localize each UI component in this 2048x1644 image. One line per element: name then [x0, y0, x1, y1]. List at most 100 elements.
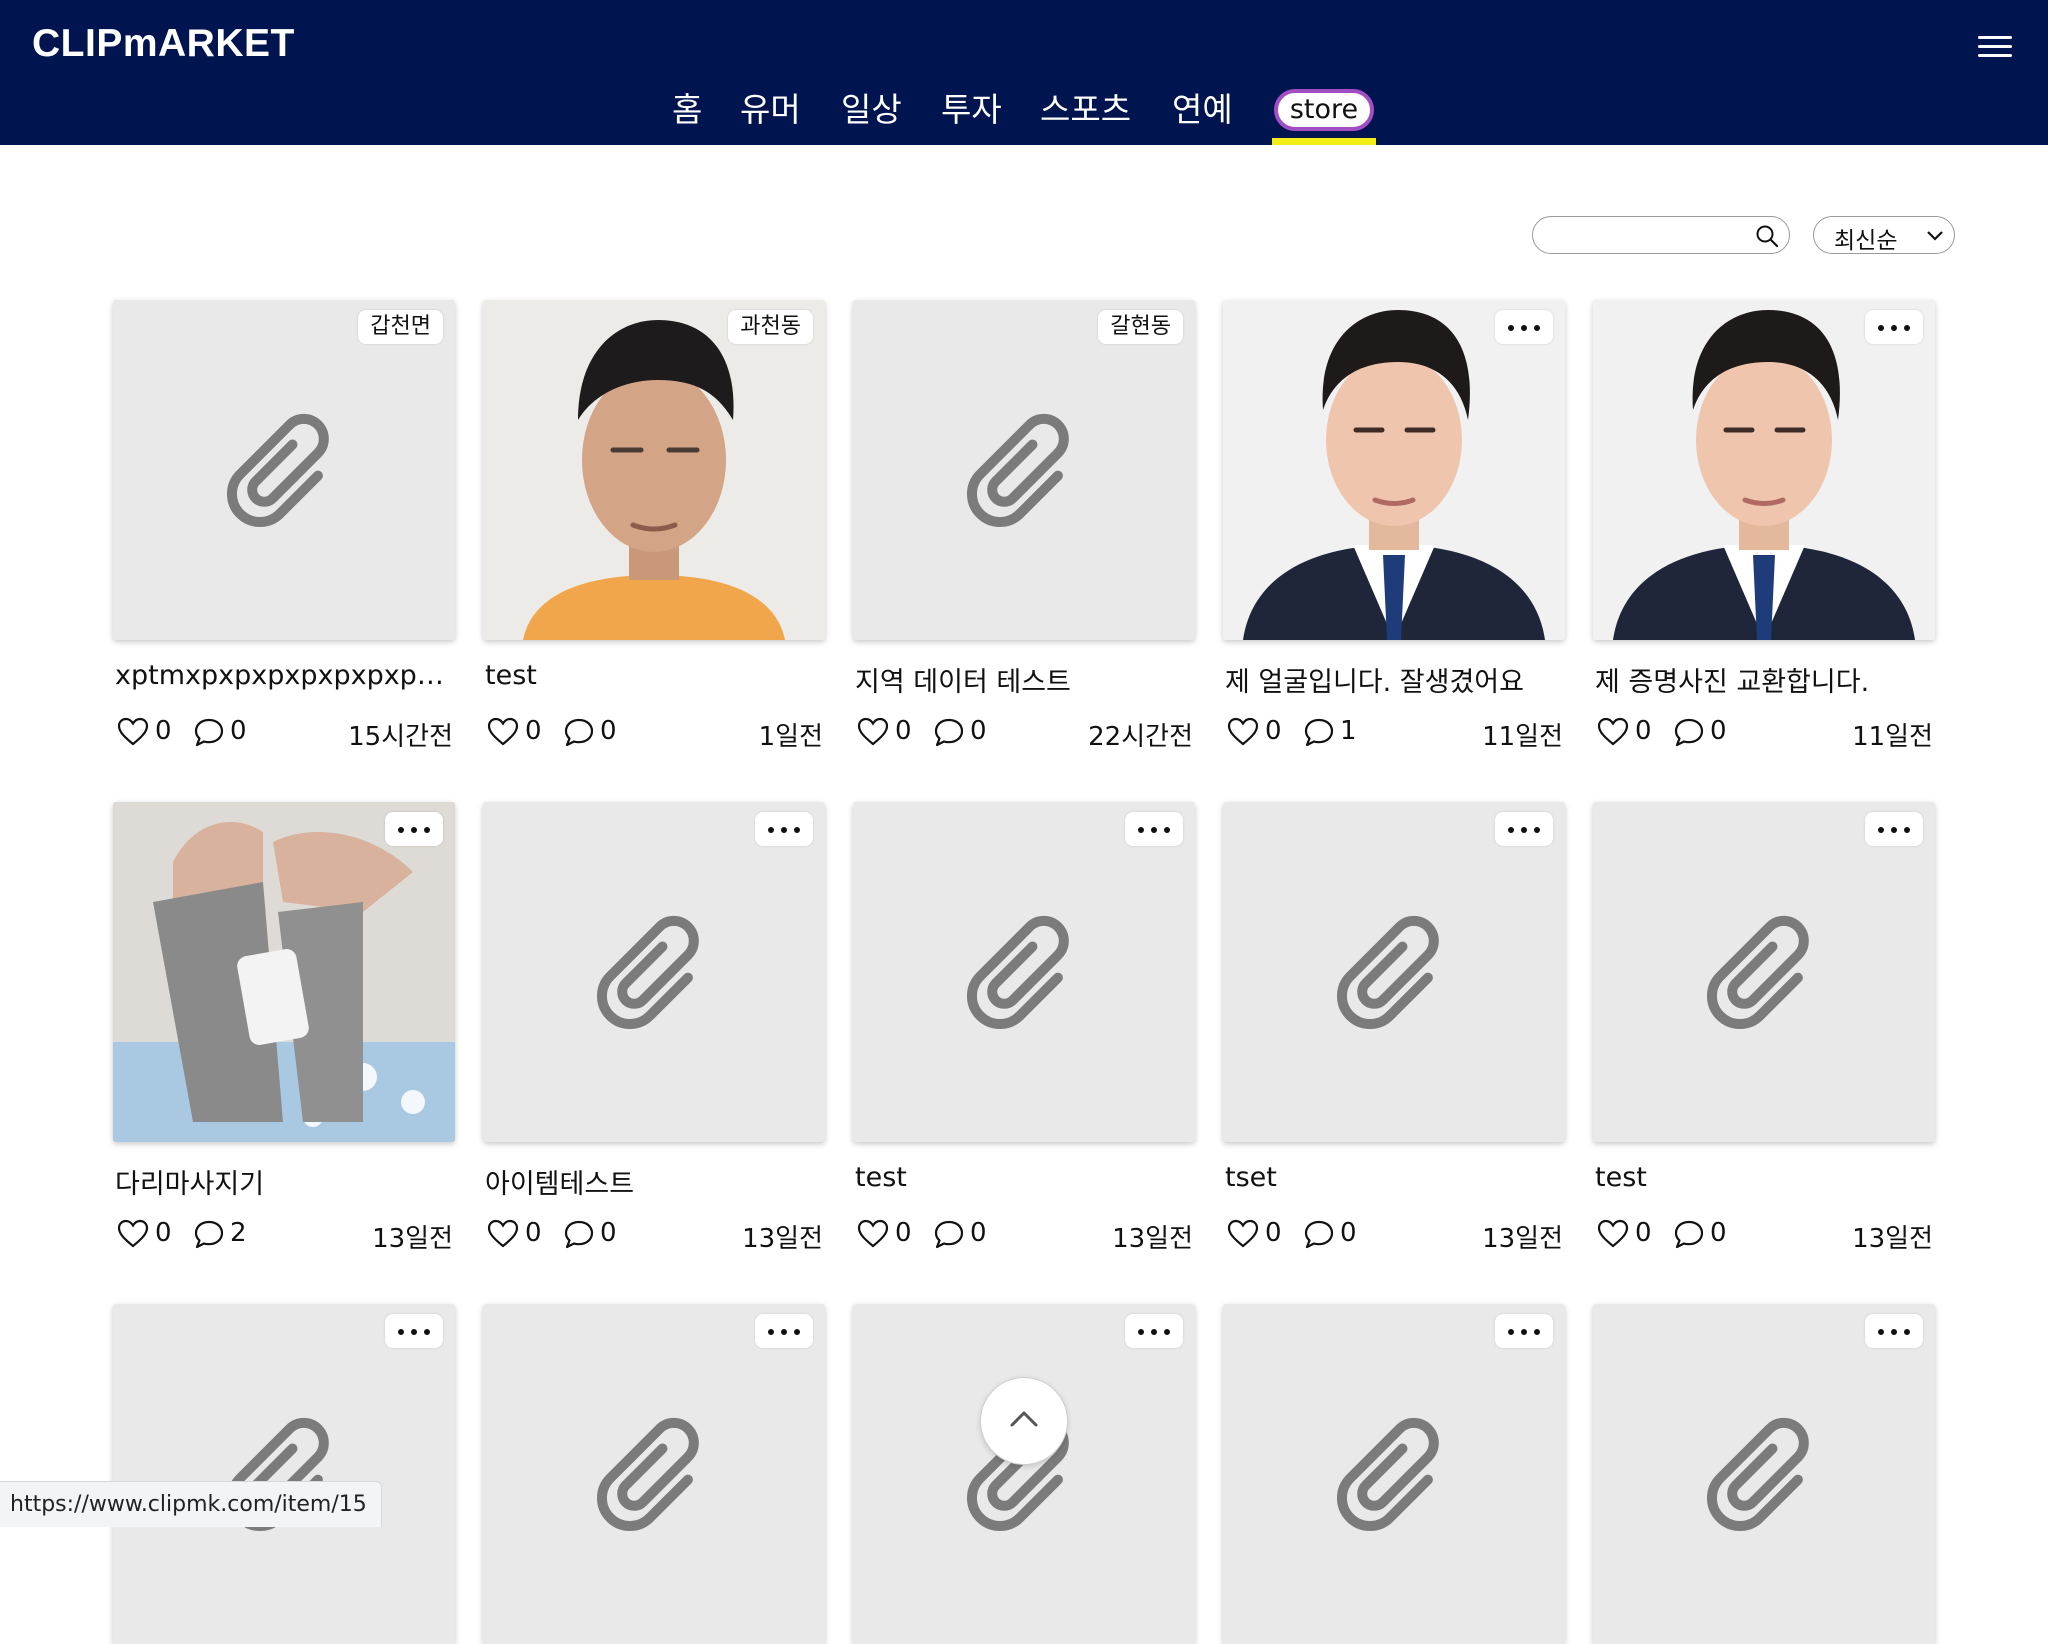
more-options-button[interactable] [1495, 1314, 1553, 1348]
logo[interactable]: CLIPmARKET [32, 22, 295, 66]
item-thumbnail [1223, 1304, 1565, 1644]
heart-icon[interactable] [117, 1219, 149, 1249]
item-thumbnail [1593, 300, 1935, 640]
hamburger-menu-icon[interactable] [1978, 34, 2012, 60]
like-count: 0 [1635, 716, 1652, 746]
comment-count: 0 [230, 716, 247, 746]
item-card[interactable]: 과천동 test 0 0 1일전 [483, 300, 825, 770]
nav-item-home[interactable]: 홈 [672, 90, 702, 130]
more-options-button[interactable] [1865, 310, 1923, 344]
item-card[interactable]: 제 증명사진 교환합니다. 0 0 11일전 [1593, 300, 1935, 770]
search-icon[interactable] [1755, 224, 1779, 248]
item-meta: 0 0 15시간전 [115, 714, 455, 752]
heart-icon[interactable] [1597, 1219, 1629, 1249]
comment-icon[interactable] [1303, 1219, 1335, 1249]
heart-icon[interactable] [1597, 717, 1629, 747]
comment-icon[interactable] [1673, 1219, 1705, 1249]
item-title: 아이템테스트 [485, 1169, 635, 1200]
browser-status-url: https://www.clipmk.com/item/15 [0, 1481, 382, 1527]
profile-photo [483, 300, 825, 640]
nav-item-entertainment[interactable]: 연예 [1172, 90, 1233, 130]
item-card[interactable]: 제 얼굴입니다. 잘생겼어요 0 1 11일전 [1223, 300, 1565, 770]
item-card[interactable]: 다리마사지기 0 2 13일전 [113, 802, 455, 1272]
paperclip-icon [596, 915, 699, 1030]
item-meta: 0 0 1일전 [485, 714, 825, 752]
like-count: 0 [525, 1218, 542, 1248]
comment-count: 2 [230, 1218, 247, 1248]
item-card[interactable]: test 0 0 13일전 [1593, 802, 1935, 1272]
search-box [1532, 216, 1790, 254]
heart-icon[interactable] [857, 1219, 889, 1249]
like-count: 0 [1265, 1218, 1282, 1248]
search-input[interactable] [1547, 222, 1747, 250]
posted-time: 13일전 [1852, 1224, 1933, 1254]
heart-icon[interactable] [857, 717, 889, 747]
nav-item-humor[interactable]: 유머 [740, 90, 801, 130]
item-meta: 0 2 13일전 [115, 1216, 455, 1254]
item-title: test [485, 660, 537, 691]
comment-count: 0 [1340, 1218, 1357, 1248]
sort-dropdown[interactable]: 최신순 [1813, 216, 1955, 254]
paperclip-icon [1706, 915, 1809, 1030]
profile-photo [1223, 300, 1565, 640]
item-card[interactable]: 갑천면 xptmxpxpxpxpxpxpxpxpp... 0 0 15시간전 [113, 300, 455, 770]
item-title: xptmxpxpxpxpxpxpxpxpp... [115, 660, 455, 691]
comment-count: 1 [1340, 716, 1357, 746]
item-meta: 0 0 22시간전 [855, 714, 1195, 752]
item-card[interactable]: 갈현동 지역 데이터 테스트 0 0 22시간전 [853, 300, 1195, 770]
location-badge: 갑천면 [358, 310, 443, 344]
comment-icon[interactable] [193, 717, 225, 747]
more-options-button[interactable] [1125, 812, 1183, 846]
nav-item-daily[interactable]: 일상 [841, 90, 902, 130]
more-options-button[interactable] [755, 1314, 813, 1348]
item-card[interactable]: 아이템테스트 0 0 13일전 [483, 802, 825, 1272]
like-count: 0 [1635, 1218, 1652, 1248]
comment-icon[interactable] [563, 717, 595, 747]
more-options-button[interactable] [1495, 310, 1553, 344]
comment-icon[interactable] [1303, 717, 1335, 747]
item-title: 다리마사지기 [115, 1169, 265, 1200]
posted-time: 13일전 [742, 1224, 823, 1254]
item-card[interactable] [483, 1304, 825, 1644]
more-options-button[interactable] [1125, 1314, 1183, 1348]
comment-icon[interactable] [933, 717, 965, 747]
paperclip-icon [1336, 915, 1439, 1030]
nav-item-sports[interactable]: 스포츠 [1040, 90, 1131, 130]
like-count: 0 [895, 716, 912, 746]
item-card[interactable] [1223, 1304, 1565, 1644]
item-card[interactable]: test 0 0 13일전 [853, 802, 1195, 1272]
heart-icon[interactable] [487, 717, 519, 747]
like-count: 0 [525, 716, 542, 746]
item-thumbnail [853, 1304, 1195, 1644]
item-title: tset [1225, 1162, 1277, 1193]
heart-icon[interactable] [117, 717, 149, 747]
posted-time: 11일전 [1852, 722, 1933, 752]
more-options-button[interactable] [385, 1314, 443, 1348]
scroll-to-top-button[interactable] [980, 1377, 1068, 1465]
nav-item-store[interactable]: store [1274, 89, 1374, 131]
item-card[interactable] [1593, 1304, 1935, 1644]
comment-icon[interactable] [193, 1219, 225, 1249]
item-thumbnail [483, 802, 825, 1142]
nav-item-invest[interactable]: 투자 [941, 90, 1002, 130]
comment-icon[interactable] [933, 1219, 965, 1249]
comment-icon[interactable] [563, 1219, 595, 1249]
item-thumbnail [113, 802, 455, 1142]
heart-icon[interactable] [1227, 1219, 1259, 1249]
heart-icon[interactable] [487, 1219, 519, 1249]
posted-time: 13일전 [1112, 1224, 1193, 1254]
item-title: test [1595, 1162, 1647, 1193]
location-badge: 과천동 [728, 310, 813, 344]
more-options-button[interactable] [1495, 812, 1553, 846]
item-card[interactable]: tset 0 0 13일전 [1223, 802, 1565, 1272]
more-options-button[interactable] [1865, 812, 1923, 846]
like-count: 0 [155, 1218, 172, 1248]
paperclip-icon [1706, 1417, 1809, 1532]
comment-icon[interactable] [1673, 717, 1705, 747]
more-options-button[interactable] [755, 812, 813, 846]
item-meta: 0 0 13일전 [485, 1216, 825, 1254]
more-options-button[interactable] [1865, 1314, 1923, 1348]
heart-icon[interactable] [1227, 717, 1259, 747]
more-options-button[interactable] [385, 812, 443, 846]
comment-count: 0 [1710, 716, 1727, 746]
